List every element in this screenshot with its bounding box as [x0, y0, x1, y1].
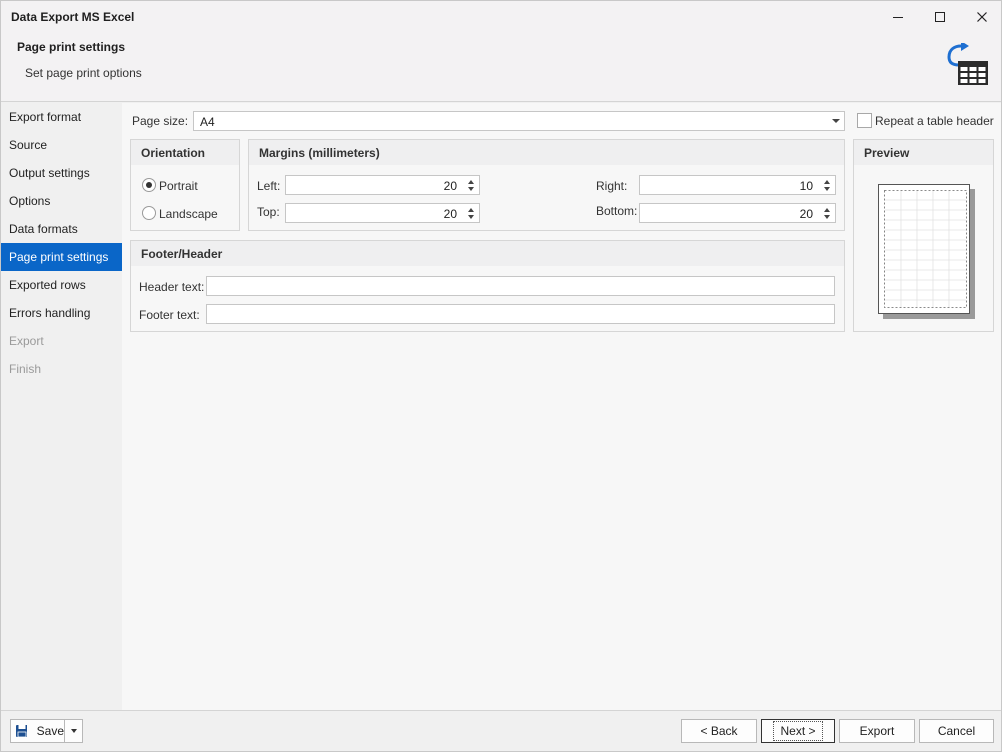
spin-up-icon[interactable] — [468, 208, 474, 212]
spin-down-icon[interactable] — [468, 215, 474, 219]
top-margin-value: 20 — [443, 207, 457, 221]
page-subtitle: Set page print options — [25, 66, 142, 80]
header-text-input[interactable] — [206, 276, 835, 296]
portrait-label: Portrait — [159, 179, 198, 193]
wizard-header: Page print settings Set page print optio… — [1, 33, 1001, 102]
right-margin-spinner[interactable]: 10 — [639, 175, 836, 195]
chevron-down-icon — [832, 119, 840, 123]
spin-up-icon[interactable] — [468, 180, 474, 184]
left-margin-spinner[interactable]: 20 — [285, 175, 480, 195]
sidebar-item-exported-rows[interactable]: Exported rows — [1, 271, 122, 299]
landscape-label: Landscape — [159, 207, 218, 221]
maximize-icon — [935, 12, 945, 22]
page-size-label: Page size: — [132, 114, 189, 128]
minimize-icon — [893, 17, 903, 18]
chevron-down-icon — [70, 729, 77, 733]
bottom-margin-value: 20 — [799, 207, 813, 221]
back-button-label: < Back — [700, 724, 738, 738]
cancel-button-label: Cancel — [937, 724, 976, 738]
floppy-disk-icon — [16, 725, 27, 738]
export-button-label: Export — [859, 724, 895, 738]
spin-up-icon[interactable] — [824, 208, 830, 212]
repeat-header-label: Repeat a table header — [875, 114, 994, 128]
cancel-button[interactable]: Cancel — [919, 719, 994, 743]
page-grid-preview — [884, 190, 967, 308]
bottom-margin-spinner[interactable]: 20 — [639, 203, 836, 223]
top-margin-spinner[interactable]: 20 — [285, 203, 480, 223]
right-margin-value: 10 — [799, 179, 813, 193]
sidebar-item-source[interactable]: Source — [1, 131, 122, 159]
close-button[interactable] — [961, 1, 1002, 33]
title-bar: Data Export MS Excel — [1, 1, 1001, 33]
margins-group: Margins (millimeters) Left: 20 Top: 20 R… — [248, 139, 845, 231]
footer-header-title: Footer/Header — [141, 247, 223, 261]
preview-group: Preview — [853, 139, 994, 332]
wizard-footer: Save < Back Next > Export Cancel — [1, 710, 1001, 751]
right-margin-label: Right: — [596, 179, 628, 193]
left-margin-label: Left: — [257, 179, 281, 193]
margins-title: Margins (millimeters) — [259, 146, 380, 160]
minimize-button[interactable] — [877, 1, 919, 33]
orientation-group: Orientation Portrait Landscape — [130, 139, 240, 231]
top-margin-label: Top: — [257, 205, 280, 219]
page-preview-thumbnail — [878, 184, 970, 314]
sidebar-item-errors-handling[interactable]: Errors handling — [1, 299, 122, 327]
sidebar-item-finish: Finish — [9, 362, 42, 376]
back-button[interactable]: < Back — [681, 719, 757, 743]
page-title: Page print settings — [17, 40, 126, 54]
save-options-dropdown[interactable] — [64, 719, 83, 743]
maximize-button[interactable] — [919, 1, 961, 33]
sidebar-item-export-format[interactable]: Export format — [1, 103, 122, 131]
wizard-steps-sidebar: Export format Source Output settings Opt… — [1, 103, 122, 710]
spin-down-icon[interactable] — [468, 187, 474, 191]
close-icon — [977, 12, 987, 22]
sidebar-item-options[interactable]: Options — [1, 187, 122, 215]
sidebar-item-output-settings[interactable]: Output settings — [1, 159, 122, 187]
orientation-title: Orientation — [141, 146, 206, 160]
sidebar-item-export: Export — [9, 334, 44, 348]
next-button-label: Next > — [773, 721, 823, 741]
footer-text-input[interactable] — [206, 304, 835, 324]
portrait-radio[interactable] — [142, 178, 156, 192]
page-size-value: A4 — [200, 115, 215, 129]
footer-header-group: Footer/Header Header text: Footer text: — [130, 240, 845, 332]
export-button[interactable]: Export — [839, 719, 915, 743]
next-button[interactable]: Next > — [761, 719, 835, 743]
header-text-label: Header text: — [139, 280, 205, 294]
export-wizard-window: Data Export MS Excel Page print settings… — [0, 0, 1002, 752]
footer-text-label: Footer text: — [139, 308, 200, 322]
preview-title: Preview — [864, 146, 910, 160]
repeat-header-checkbox[interactable] — [857, 113, 872, 128]
spin-down-icon[interactable] — [824, 215, 830, 219]
sidebar-item-data-formats[interactable]: Data formats — [1, 215, 122, 243]
spin-up-icon[interactable] — [824, 180, 830, 184]
page-size-select[interactable]: A4 — [193, 111, 845, 131]
landscape-radio[interactable] — [142, 206, 156, 220]
export-table-icon — [947, 43, 988, 85]
sidebar-item-page-print-settings[interactable]: Page print settings — [1, 243, 122, 271]
spin-down-icon[interactable] — [824, 187, 830, 191]
window-title: Data Export MS Excel — [11, 10, 135, 24]
save-button-label: Save — [36, 724, 64, 738]
bottom-margin-label: Bottom: — [596, 204, 638, 218]
left-margin-value: 20 — [443, 179, 457, 193]
save-button[interactable]: Save — [10, 719, 65, 743]
page-print-settings-panel: Page size: A4 Repeat a table header Orie… — [122, 103, 1001, 710]
